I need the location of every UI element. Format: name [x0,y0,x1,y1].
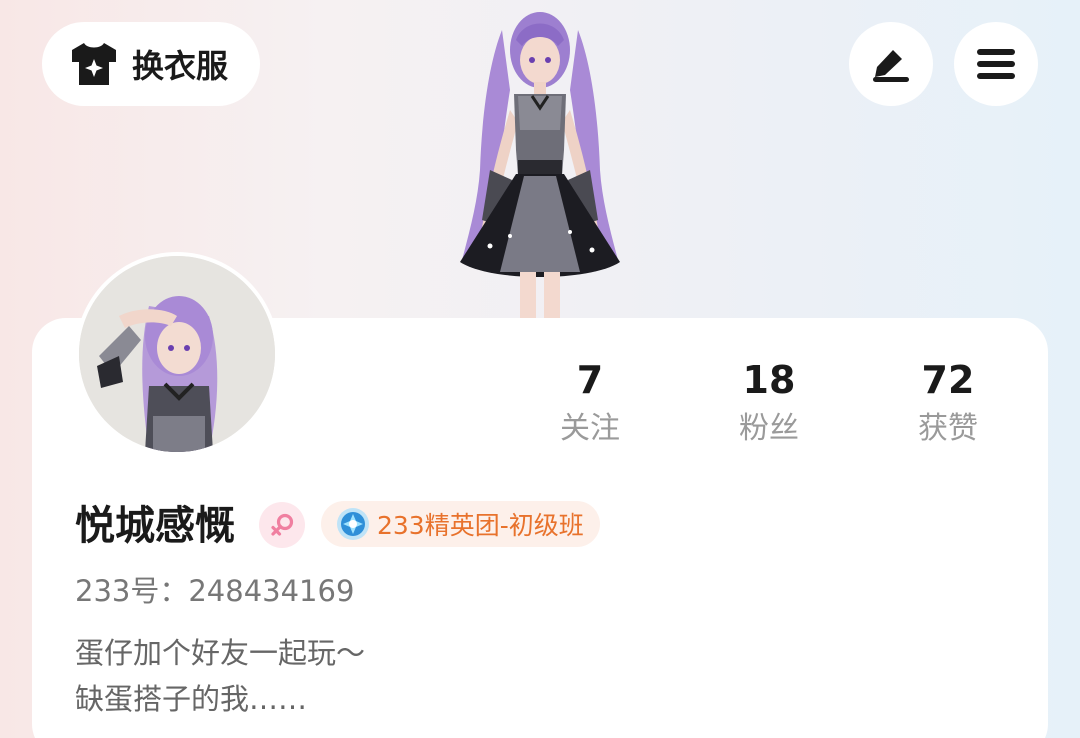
avatar[interactable] [75,252,279,456]
bio: 蛋仔加个好友一起玩～ 缺蛋搭子的我…… [75,630,365,722]
bio-line: 缺蛋搭子的我…… [75,682,308,716]
user-id[interactable]: 233号：248434169 [75,570,354,612]
following-label: 关注 [560,411,620,446]
level-badge[interactable]: 233精英团-初级班 [321,501,600,547]
fans-label: 粉丝 [739,411,799,446]
profile-page: 换衣服 7 关注 18 粉丝 72 获赞 悦城感慨 233精英团-初级班 233… [0,0,1080,738]
edit-profile-button[interactable] [849,22,933,106]
change-outfit-label: 换衣服 [132,47,229,85]
level-badge-label: 233精英团-初级班 [377,511,584,540]
pen-icon [873,50,909,82]
bio-line: 蛋仔加个好友一起玩～ [75,636,366,670]
change-outfit-button[interactable]: 换衣服 [42,22,260,106]
fans-count: 18 [742,358,796,402]
username: 悦城感慨 [75,503,235,549]
stat-following[interactable]: 7 关注 [520,356,660,454]
tshirt-sparkle-icon [72,43,116,85]
female-icon [271,513,294,536]
following-count: 7 [576,358,604,402]
blue-gem-medal-icon [337,508,369,540]
likes-count: 72 [921,358,975,402]
stat-likes[interactable]: 72 获赞 [878,356,1018,454]
gender-badge [259,502,305,548]
stat-fans[interactable]: 18 粉丝 [699,356,839,454]
avatar-character-figure[interactable] [440,0,640,320]
hamburger-menu-icon [977,49,1015,79]
avatar-image [79,256,275,452]
likes-label: 获赞 [918,411,978,446]
menu-button[interactable] [954,22,1038,106]
